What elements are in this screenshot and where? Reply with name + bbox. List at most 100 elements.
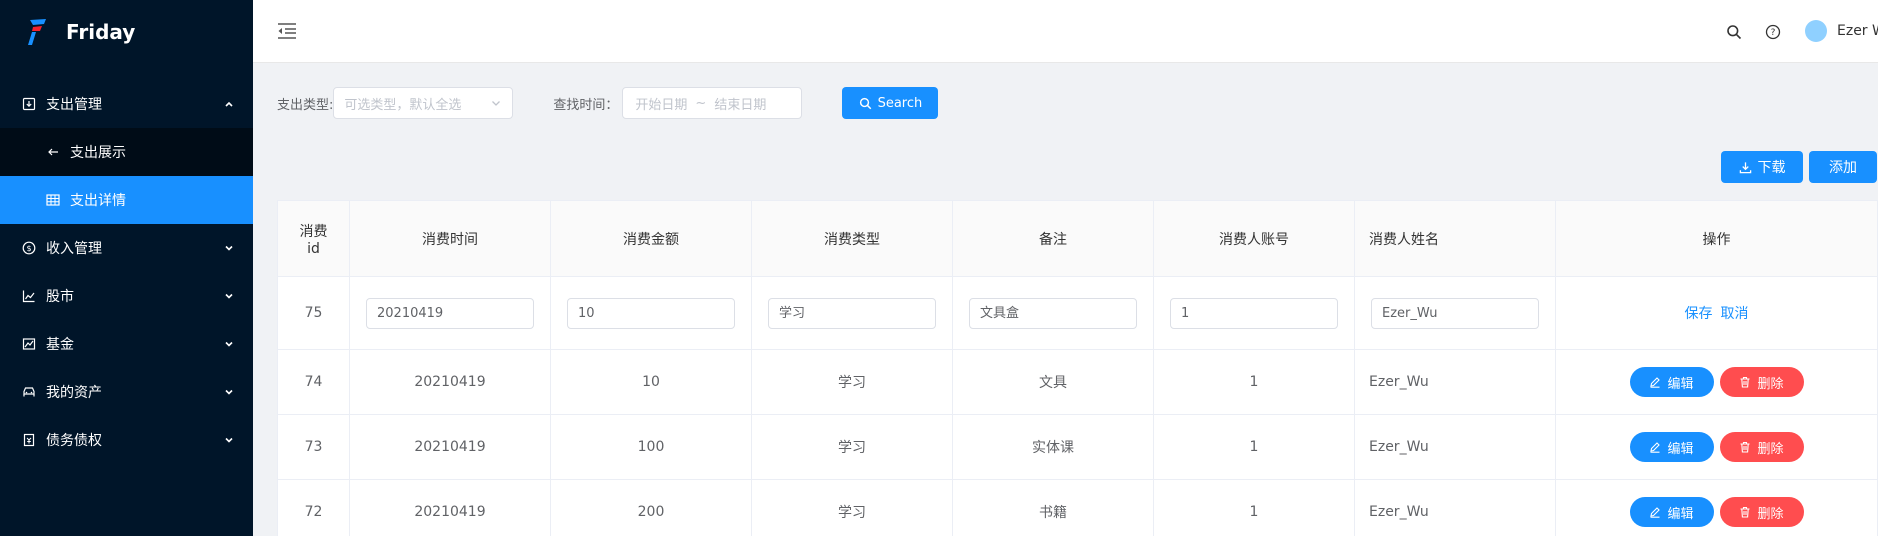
cell-id: 75 [277, 276, 350, 350]
cell-time: 20210419 [349, 414, 551, 480]
sidebar-item-label: 支出详情 [70, 193, 126, 209]
download-icon [1739, 161, 1751, 173]
sidebar-item-label: 股市 [46, 289, 74, 305]
header-amount: 消费金额 [550, 200, 752, 277]
table-icon [46, 193, 60, 207]
sidebar-item-stock[interactable]: 股市 [0, 272, 253, 320]
add-button[interactable]: 添加 [1809, 151, 1877, 183]
header-id: 消费 id [277, 200, 350, 277]
expense-table: 消费 id 消费时间 消费金额 消费类型 备注 消费人账号 消费人姓名 操作 75… [277, 200, 1878, 536]
sidebar-item-label: 支出展示 [70, 145, 126, 161]
svg-text:$: $ [26, 244, 31, 253]
time-filter-label: 查找时间： [553, 97, 619, 113]
user-name[interactable]: Ezer Wu [1837, 23, 1878, 39]
amount-input[interactable]: 10 [567, 297, 735, 329]
type-select[interactable]: 可选类型，默认全选 [333, 87, 514, 119]
car-icon [22, 385, 36, 399]
header-time: 消费时间 [349, 200, 551, 277]
menu-fold-icon[interactable] [277, 22, 297, 40]
edit-icon [1650, 377, 1661, 388]
cell-type: 学习 [751, 479, 953, 536]
delete-button[interactable]: 删除 [1719, 497, 1804, 527]
logo[interactable]: Friday [0, 0, 253, 64]
cell-time: 20210419 [349, 349, 551, 415]
cell-id: 72 [277, 479, 350, 536]
type-filter-label: 支出类型: [277, 97, 334, 113]
cell-name: Ezer_Wu [1354, 414, 1556, 480]
add-button-label: 添加 [1829, 160, 1857, 176]
sidebar-item-expense-detail[interactable]: 支出详情 [0, 176, 253, 224]
table-row: 73 20210419 100 学习 实体课 1 Ezer_Wu 编辑 删除 [277, 414, 1878, 480]
cell-name: Ezer_Wu [1354, 349, 1556, 415]
search-icon[interactable] [1726, 24, 1742, 40]
type-input[interactable]: 学习 [768, 297, 936, 329]
date-range-picker[interactable]: 开始日期 ~ 结束日期 [622, 87, 803, 119]
question-circle-icon[interactable]: ? [1765, 24, 1781, 40]
cell-type: 学习 [751, 349, 953, 415]
table-row-editing: 75 20210419 10 学习 文具盒 1 Ezer_Wu 保存 取消 [277, 276, 1878, 350]
avatar[interactable] [1805, 20, 1827, 42]
sidebar-item-income[interactable]: $ 收入管理 [0, 224, 253, 272]
header-type: 消费类型 [751, 200, 953, 277]
sidebar-menu: 支出管理 支出展示 支出详情 $ 收入管理 股市 基金 我的资产 债务债权 [0, 80, 253, 464]
edit-button-label: 编辑 [1667, 376, 1694, 392]
delete-button-label: 删除 [1757, 506, 1784, 522]
main-content: 支出类型: 可选类型，默认全选 查找时间： 开始日期 ~ 结束日期 Search… [253, 63, 1878, 536]
sidebar-item-expense-display[interactable]: 支出展示 [0, 128, 253, 176]
cell-note: 文具 [952, 349, 1154, 415]
end-date-placeholder[interactable]: 结束日期 [714, 94, 766, 113]
sidebar-item-assets[interactable]: 我的资产 [0, 368, 253, 416]
delete-icon [1740, 441, 1750, 453]
account-book-icon [22, 433, 36, 447]
chevron-down-icon [223, 386, 235, 398]
cell-name: Ezer_Wu [1354, 479, 1556, 536]
svg-text:?: ? [1771, 28, 1776, 38]
cell-account: 1 [1153, 479, 1355, 536]
search-icon [859, 97, 871, 109]
sidebar-item-debt[interactable]: 债务债权 [0, 416, 253, 464]
delete-button[interactable]: 删除 [1719, 432, 1804, 462]
sidebar-item-expense[interactable]: 支出管理 [0, 80, 253, 128]
download-button-label: 下载 [1757, 160, 1786, 176]
export-icon [22, 97, 36, 111]
edit-button[interactable]: 编辑 [1629, 432, 1714, 462]
edit-button[interactable]: 编辑 [1629, 497, 1714, 527]
account-input[interactable]: 1 [1170, 297, 1338, 329]
cell-account: 1 [1153, 349, 1355, 415]
table-header-row: 消费 id 消费时间 消费金额 消费类型 备注 消费人账号 消费人姓名 操作 [277, 200, 1878, 277]
sidebar-item-label: 我的资产 [46, 385, 102, 401]
note-input[interactable]: 文具盒 [969, 297, 1137, 329]
cell-note: 实体课 [952, 414, 1154, 480]
header-note: 备注 [952, 200, 1154, 277]
friday-logo-icon [28, 19, 46, 45]
edit-button[interactable]: 编辑 [1629, 367, 1714, 397]
sidebar-item-label: 支出管理 [46, 97, 102, 113]
chevron-up-icon [223, 98, 235, 110]
delete-button[interactable]: 删除 [1719, 367, 1804, 397]
start-date-placeholder[interactable]: 开始日期 [635, 94, 687, 113]
header-id-line2: id [307, 240, 320, 257]
cancel-link[interactable]: 取消 [1721, 306, 1749, 322]
app-name: Friday [66, 20, 136, 44]
sidebar-item-label: 债务债权 [46, 433, 102, 449]
delete-icon [1740, 506, 1750, 518]
time-input[interactable]: 20210419 [366, 297, 534, 329]
header-account: 消费人账号 [1153, 200, 1355, 277]
cell-type: 学习 [751, 414, 953, 480]
sidebar-item-label: 收入管理 [46, 241, 102, 257]
sidebar-item-fund[interactable]: 基金 [0, 320, 253, 368]
name-input[interactable]: Ezer_Wu [1371, 297, 1539, 329]
save-link[interactable]: 保存 [1685, 306, 1713, 322]
cell-id: 73 [277, 414, 350, 480]
edit-button-label: 编辑 [1667, 506, 1694, 522]
cell-amount: 200 [550, 479, 752, 536]
header-name: 消费人姓名 [1354, 200, 1556, 277]
dollar-icon: $ [22, 241, 36, 255]
download-button[interactable]: 下载 [1721, 151, 1803, 183]
arrow-left-icon [46, 145, 60, 159]
table-row: 72 20210419 200 学习 书籍 1 Ezer_Wu 编辑 删除 [277, 479, 1878, 536]
search-button[interactable]: Search [842, 87, 939, 119]
sidebar: Friday 支出管理 支出展示 支出详情 $ 收入管理 股市 基金 我的资产 … [0, 0, 253, 536]
cell-note: 书籍 [952, 479, 1154, 536]
header-id-line1: 消费 [299, 223, 328, 240]
